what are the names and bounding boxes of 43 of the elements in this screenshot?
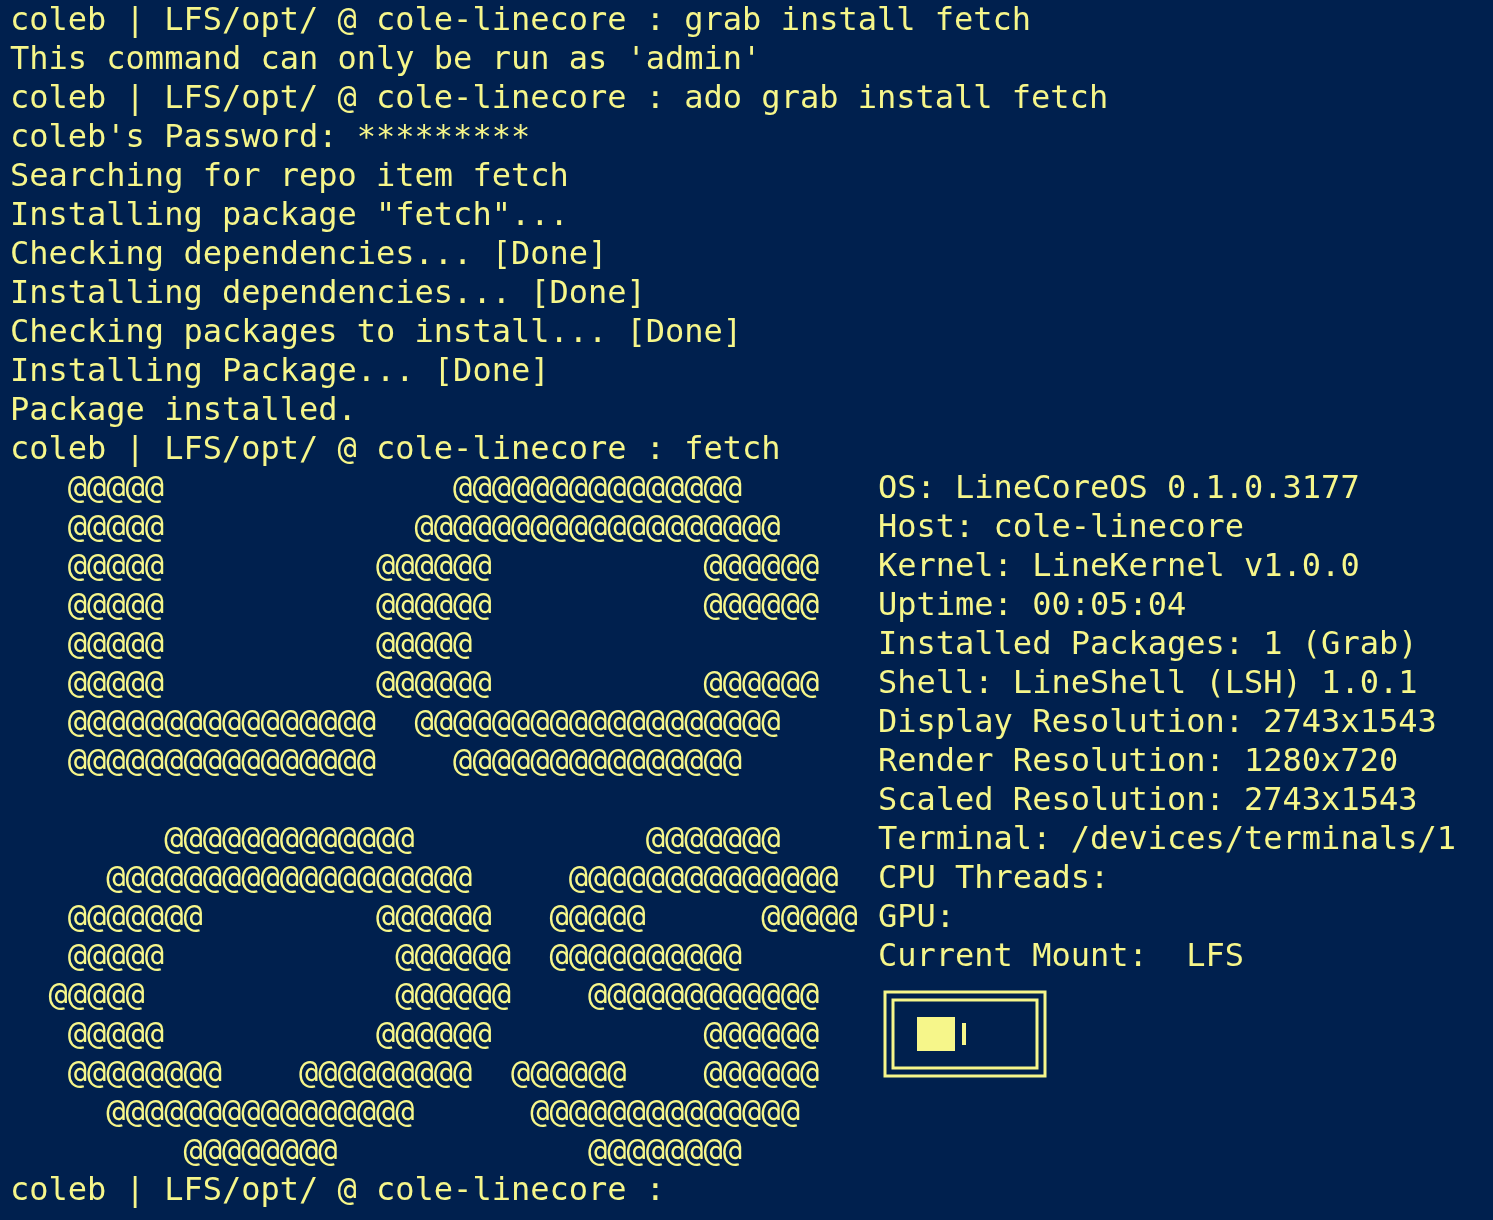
system-info-line: Host: cole-linecore xyxy=(878,507,1245,546)
ascii-art-line: @@@@@ @@@@@@@@@@@@@@@ xyxy=(66,468,743,507)
ascii-art-line: @@@@@ @@@@@@ @@@@@@ xyxy=(66,546,820,585)
terminal-prompt: coleb | LFS/opt/ @ cole-linecore : xyxy=(10,1170,666,1209)
ascii-art-line: @@@@@@@@@@@@@@@@@@@ @@@@@@@@@@@@@@ xyxy=(105,858,839,897)
ascii-art-line: @@@@@ @@@@@@ @@@@@@@@@@ xyxy=(66,936,743,975)
terminal-line: coleb | LFS/opt/ @ cole-linecore : fetch xyxy=(10,429,781,468)
terminal-line: Checking dependencies... [Done] xyxy=(10,234,608,273)
system-info-line: Scaled Resolution: 2743x1543 xyxy=(878,780,1418,819)
ascii-art-line: @@@@@@@@ @@@@@@@@@ @@@@@@ @@@@@@ xyxy=(66,1053,820,1092)
ascii-art-line: @@@@@ @@@@@@ @@@@@@ xyxy=(66,663,820,702)
terminal-line: Installing package "fetch"... xyxy=(10,195,569,234)
ascii-art-line: @@@@@@@@@@@@@@@@ @@@@@@@@@@@@@@@ xyxy=(66,741,743,780)
ascii-art-line: @@@@@ @@@@@@ @@@@@@ xyxy=(66,1014,820,1053)
terminal-line: coleb's Password: ********* xyxy=(10,117,531,156)
terminal-line: coleb | LFS/opt/ @ cole-linecore : grab install fetch xyxy=(10,0,1032,39)
system-info-line: Uptime: 00:05:04 xyxy=(878,585,1187,624)
terminal-line: Installing Package... [Done] xyxy=(10,351,550,390)
terminal-line: Checking packages to install... [Done] xyxy=(10,312,743,351)
ascii-art-line: @@@@@ @@@@@@ @@@@@@@@@@@@ xyxy=(47,975,820,1014)
ascii-art-line: @@@@@@@@@@@@@@@@ @@@@@@@@@@@@@@ xyxy=(105,1092,800,1131)
ascii-art-line: @@@@@@@@@@@@@ @@@@@@@ xyxy=(163,819,781,858)
system-info-line: Kernel: LineKernel v1.0.0 xyxy=(878,546,1360,585)
ascii-art-line: @@@@@@@@ @@@@@@@@ xyxy=(182,1131,743,1170)
ascii-art-line: @@@@@ @@@@@ xyxy=(66,624,473,663)
system-info-line: GPU: xyxy=(878,897,956,936)
system-info-line: Render Resolution: 1280x720 xyxy=(878,741,1399,780)
ascii-art-line: @@@@@ @@@@@@ @@@@@@ xyxy=(66,585,820,624)
system-info-line: Terminal: /devices/terminals/1 xyxy=(878,819,1456,858)
ascii-art-line: @@@@@@@@@@@@@@@@ @@@@@@@@@@@@@@@@@@@ xyxy=(66,702,781,741)
ascii-art-line: @@@@@@@ @@@@@@ @@@@@ @@@@@ xyxy=(66,897,858,936)
system-info-line: Display Resolution: 2743x1543 xyxy=(878,702,1437,741)
terminal-line: coleb | LFS/opt/ @ cole-linecore : ado grab install fetch xyxy=(10,78,1109,117)
system-info-line: OS: LineCoreOS 0.1.0.3177 xyxy=(878,468,1360,507)
system-info-line: CPU Threads: xyxy=(878,858,1110,897)
system-info-line: Current Mount: LFS xyxy=(878,936,1245,975)
system-info-line: Shell: LineShell (LSH) 1.0.1 xyxy=(878,663,1418,702)
terminal-line: Installing dependencies... [Done] xyxy=(10,273,646,312)
terminal-line: Package installed. xyxy=(10,390,357,429)
ascii-art-line: @@@@@ @@@@@@@@@@@@@@@@@@@ xyxy=(66,507,781,546)
terminal-line: This command can only be run as 'admin' xyxy=(10,39,762,78)
terminal-line: Searching for repo item fetch xyxy=(10,156,569,195)
system-info-line: Installed Packages: 1 (Grab) xyxy=(878,624,1418,663)
